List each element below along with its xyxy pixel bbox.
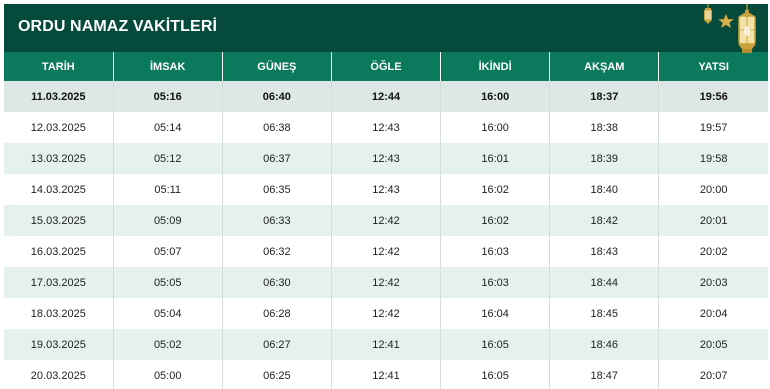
table-row: 17.03.2025 05:05 06:30 12:42 16:03 18:44… (4, 267, 768, 298)
yatsi-cell: 20:05 (658, 329, 768, 360)
ikindi-cell: 16:05 (440, 360, 551, 389)
star-icon (718, 14, 734, 28)
gunes-cell: 06:25 (222, 360, 332, 389)
ikindi-cell: 16:03 (440, 267, 551, 298)
table-row: 14.03.2025 05:11 06:35 12:43 16:02 18:40… (4, 174, 768, 205)
table-row: 12.03.2025 05:14 06:38 12:43 16:00 18:38… (4, 112, 768, 143)
gunes-cell: 06:28 (222, 298, 332, 329)
prayer-times-card: ORDU NAMAZ VAKİTLERİ TARİH İMSAK GÜNEŞ Ö… (4, 4, 768, 389)
date-cell: 19.03.2025 (4, 329, 114, 360)
date-cell: 17.03.2025 (4, 267, 114, 298)
gunes-cell: 06:37 (222, 143, 332, 174)
column-header-gunes: GÜNEŞ (222, 52, 332, 81)
yatsi-cell: 20:01 (658, 205, 768, 236)
table-row: 20.03.2025 05:00 06:25 12:41 16:05 18:47… (4, 360, 768, 389)
gunes-cell: 06:40 (222, 81, 332, 112)
ikindi-cell: 16:02 (440, 205, 551, 236)
aksam-cell: 18:42 (549, 205, 660, 236)
gunes-cell: 06:33 (222, 205, 332, 236)
imsak-cell: 05:14 (113, 112, 223, 143)
yatsi-cell: 20:04 (658, 298, 768, 329)
date-cell: 11.03.2025 (4, 81, 114, 112)
aksam-cell: 18:46 (549, 329, 660, 360)
date-cell: 14.03.2025 (4, 174, 114, 205)
page-title: ORDU NAMAZ VAKİTLERİ (18, 18, 218, 35)
column-header-imsak: İMSAK (113, 52, 223, 81)
gunes-cell: 06:27 (222, 329, 332, 360)
yatsi-cell: 20:03 (658, 267, 768, 298)
ikindi-cell: 16:04 (440, 298, 551, 329)
table-header-row: TARİH İMSAK GÜNEŞ ÖĞLE İKİNDİ AKŞAM YATS… (4, 52, 768, 81)
prayer-times-table: TARİH İMSAK GÜNEŞ ÖĞLE İKİNDİ AKŞAM YATS… (4, 52, 768, 389)
table-row: 13.03.2025 05:12 06:37 12:43 16:01 18:39… (4, 143, 768, 174)
ogle-cell: 12:42 (331, 298, 442, 329)
ogle-cell: 12:43 (331, 112, 442, 143)
aksam-cell: 18:39 (549, 143, 660, 174)
date-cell: 12.03.2025 (4, 112, 114, 143)
ikindi-cell: 16:00 (440, 81, 551, 112)
imsak-cell: 05:11 (113, 174, 223, 205)
table-row: 16.03.2025 05:07 06:32 12:42 16:03 18:43… (4, 236, 768, 267)
gunes-cell: 06:38 (222, 112, 332, 143)
column-header-ogle: ÖĞLE (331, 52, 442, 81)
yatsi-cell: 20:00 (658, 174, 768, 205)
ogle-cell: 12:43 (331, 174, 442, 205)
gunes-cell: 06:35 (222, 174, 332, 205)
date-cell: 13.03.2025 (4, 143, 114, 174)
imsak-cell: 05:09 (113, 205, 223, 236)
aksam-cell: 18:38 (549, 112, 660, 143)
aksam-cell: 18:47 (549, 360, 660, 389)
table-row-today: 11.03.2025 05:16 06:40 12:44 16:00 18:37… (4, 81, 768, 112)
ogle-cell: 12:41 (331, 360, 442, 389)
aksam-cell: 18:45 (549, 298, 660, 329)
ikindi-cell: 16:03 (440, 236, 551, 267)
ogle-cell: 12:42 (331, 236, 442, 267)
ogle-cell: 12:41 (331, 329, 442, 360)
date-cell: 18.03.2025 (4, 298, 114, 329)
imsak-cell: 05:16 (113, 81, 223, 112)
table-row: 19.03.2025 05:02 06:27 12:41 16:05 18:46… (4, 329, 768, 360)
lantern-icon (738, 4, 756, 53)
ogle-cell: 12:42 (331, 267, 442, 298)
column-header-aksam: AKŞAM (549, 52, 660, 81)
column-header-date: TARİH (4, 52, 114, 81)
ogle-cell: 12:44 (331, 81, 442, 112)
ogle-cell: 12:42 (331, 205, 442, 236)
ikindi-cell: 16:00 (440, 112, 551, 143)
aksam-cell: 18:44 (549, 267, 660, 298)
ikindi-cell: 16:05 (440, 329, 551, 360)
imsak-cell: 05:02 (113, 329, 223, 360)
title-bar: ORDU NAMAZ VAKİTLERİ (4, 4, 768, 53)
date-cell: 20.03.2025 (4, 360, 114, 389)
aksam-cell: 18:40 (549, 174, 660, 205)
yatsi-cell: 19:57 (658, 112, 768, 143)
aksam-cell: 18:37 (549, 81, 660, 112)
table-row: 18.03.2025 05:04 06:28 12:42 16:04 18:45… (4, 298, 768, 329)
table-row: 15.03.2025 05:09 06:33 12:42 16:02 18:42… (4, 205, 768, 236)
lantern-decoration (704, 4, 756, 53)
ikindi-cell: 16:02 (440, 174, 551, 205)
date-cell: 15.03.2025 (4, 205, 114, 236)
imsak-cell: 05:07 (113, 236, 223, 267)
gunes-cell: 06:30 (222, 267, 332, 298)
gunes-cell: 06:32 (222, 236, 332, 267)
aksam-cell: 18:43 (549, 236, 660, 267)
imsak-cell: 05:12 (113, 143, 223, 174)
ogle-cell: 12:43 (331, 143, 442, 174)
column-header-yatsi: YATSI (658, 52, 768, 81)
date-cell: 16.03.2025 (4, 236, 114, 267)
yatsi-cell: 19:56 (658, 81, 768, 112)
yatsi-cell: 20:02 (658, 236, 768, 267)
column-header-ikindi: İKİNDİ (440, 52, 551, 81)
yatsi-cell: 19:58 (658, 143, 768, 174)
ikindi-cell: 16:01 (440, 143, 551, 174)
lantern-icon (704, 4, 712, 24)
imsak-cell: 05:00 (113, 360, 223, 389)
yatsi-cell: 20:07 (658, 360, 768, 389)
imsak-cell: 05:04 (113, 298, 223, 329)
imsak-cell: 05:05 (113, 267, 223, 298)
